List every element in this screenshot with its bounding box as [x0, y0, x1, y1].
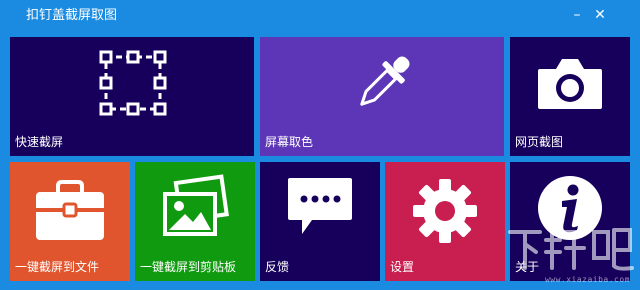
tile-label: 网页截图 — [515, 135, 564, 149]
camera-icon — [536, 55, 604, 111]
title-bar[interactable]: 扣钉盖截屏取图 – ✕ — [0, 0, 640, 34]
pictures-icon — [159, 174, 233, 240]
tile-label: 快速截屏 — [15, 135, 64, 149]
minimize-button[interactable]: – — [567, 6, 587, 24]
window-title: 扣钉盖截屏取图 — [26, 8, 118, 23]
tile-capture-to-clipboard[interactable]: 一键截屏到剪贴板 — [135, 162, 255, 281]
info-icon — [536, 174, 604, 242]
tile-label: 一键截屏到文件 — [15, 260, 100, 274]
speech-bubble-icon — [286, 176, 354, 240]
app-window: 扣钉盖截屏取图 – ✕ 快速截屏 屏幕取色 网页截图 一键截屏到文件 一键截屏到… — [0, 0, 640, 290]
tile-label: 设置 — [390, 260, 415, 274]
tile-color-picker[interactable]: 屏幕取色 — [260, 37, 504, 156]
tile-webpage-capture[interactable]: 网页截图 — [510, 37, 630, 156]
tile-label: 关于 — [515, 260, 540, 274]
selection-box-icon — [98, 49, 168, 117]
briefcase-icon — [34, 180, 106, 242]
tile-about[interactable]: 关于 — [510, 162, 630, 281]
gear-icon — [410, 176, 480, 246]
tile-settings[interactable]: 设置 — [385, 162, 505, 281]
tile-feedback[interactable]: 反馈 — [260, 162, 380, 281]
tile-label: 反馈 — [265, 260, 290, 274]
tile-label: 一键截屏到剪贴板 — [140, 260, 237, 274]
eyedropper-icon — [347, 47, 419, 119]
tile-capture-to-file[interactable]: 一键截屏到文件 — [10, 162, 130, 281]
tile-label: 屏幕取色 — [265, 135, 314, 149]
close-button[interactable]: ✕ — [590, 6, 610, 24]
tile-quick-screenshot[interactable]: 快速截屏 — [10, 37, 254, 156]
